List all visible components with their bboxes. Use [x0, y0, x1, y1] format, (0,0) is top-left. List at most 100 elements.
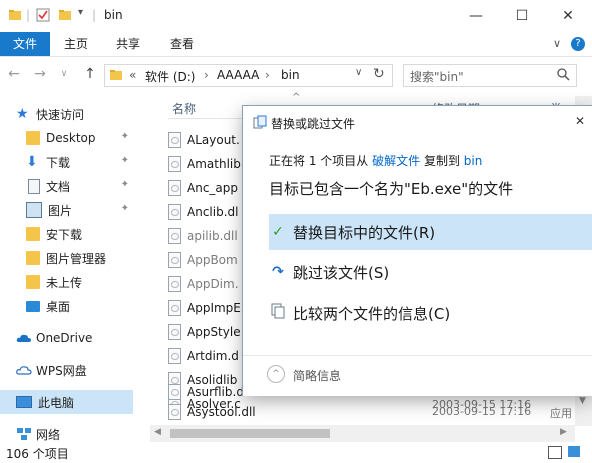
dll-file-icon	[168, 404, 181, 420]
sidebar-item-anxiazai[interactable]: 安下载	[0, 222, 133, 246]
ribbon-expand-icon[interactable]: ∨	[553, 37, 561, 50]
separator: |	[26, 8, 31, 22]
list-item[interactable]: AppDim.	[168, 272, 239, 296]
breadcrumb-drive[interactable]: 软件 (D:)	[145, 68, 195, 85]
desktop-icon	[26, 300, 40, 312]
maximize-button[interactable]: ☐	[499, 0, 545, 32]
breadcrumb-overflow[interactable]: «	[129, 68, 136, 82]
list-item[interactable]: Anc_app	[168, 176, 238, 200]
list-item[interactable]: ALayout.	[168, 128, 240, 152]
chevron-down-icon[interactable]: ∨	[355, 67, 362, 78]
window-title: bin	[104, 8, 123, 22]
divider	[0, 56, 592, 57]
sidebar-item-downloads[interactable]: ⬇ 下载 ✦	[0, 150, 133, 174]
list-item[interactable]: Anclib.dl	[168, 200, 238, 224]
folder-icon	[8, 8, 22, 22]
tab-view[interactable]: 查看	[170, 32, 194, 56]
dll-file-icon	[168, 180, 181, 196]
sidebar-item-label: 快速访问	[36, 107, 85, 122]
sidebar-item-label: 未上传	[46, 275, 83, 290]
list-item[interactable]: apilib.dll	[168, 224, 238, 248]
tab-home[interactable]: 主页	[64, 32, 88, 56]
dll-file-icon	[168, 132, 181, 148]
sidebar-item-desktop-cn[interactable]: 桌面	[0, 294, 133, 318]
skip-button[interactable]: ↷ 跳过该文件(S)	[269, 254, 592, 290]
minimize-button[interactable]: —	[453, 0, 499, 32]
replace-button[interactable]: ✓ 替换目标中的文件(R)	[269, 214, 592, 250]
compare-button[interactable]: 比较两个文件的信息(C)	[269, 295, 592, 331]
close-button[interactable]: ✕	[545, 0, 591, 32]
sidebar-item-label: 安下载	[46, 227, 83, 242]
scroll-thumb[interactable]	[170, 429, 330, 438]
navigation-pane: ★ 快速访问 Desktop ✦ ⬇ 下载 ✦ 文档 ✦ 图片 ✦ 安下载 图片…	[0, 96, 133, 442]
ribbon-tabs: 文件 主页 共享 查看 ∨ ?	[0, 32, 592, 56]
details-toggle[interactable]: 简略信息	[293, 367, 341, 384]
list-item[interactable]: AppStyle	[168, 320, 241, 344]
scroll-right-icon[interactable]: ▶	[560, 427, 567, 437]
source-link[interactable]: 破解文件	[372, 154, 420, 168]
up-arrow-icon[interactable]: ↑	[80, 64, 100, 84]
separator: |	[92, 8, 97, 22]
sidebar-item-not-uploaded[interactable]: 未上传	[0, 270, 133, 294]
list-item[interactable]: Amathlib	[168, 152, 241, 176]
list-item[interactable]: AppImpE	[168, 296, 241, 320]
chevron-up-icon[interactable]: ^	[267, 365, 285, 383]
column-header-name[interactable]: 名称	[172, 100, 196, 117]
tab-share[interactable]: 共享	[116, 32, 140, 56]
search-input[interactable]: 搜索"bin"	[403, 64, 577, 87]
sort-up-icon: ^	[292, 92, 301, 103]
list-item[interactable]: AppBom	[168, 248, 238, 272]
pin-icon[interactable]: ✦	[121, 179, 129, 190]
pin-icon[interactable]: ✦	[121, 203, 129, 214]
dialog-footer: ^ 简略信息	[243, 355, 592, 396]
sidebar-item-quick-access[interactable]: ★ 快速访问	[0, 102, 133, 126]
sidebar-item-this-pc[interactable]: 此电脑	[0, 390, 133, 414]
chevron-right-icon[interactable]: ›	[265, 68, 270, 82]
list-item[interactable]: Asystool.dll	[168, 400, 256, 424]
new-folder-icon[interactable]	[58, 8, 72, 22]
sidebar-item-pictures[interactable]: 图片 ✦	[0, 198, 133, 222]
tab-file[interactable]: 文件	[0, 32, 50, 56]
sidebar-item-label: OneDrive	[36, 331, 93, 345]
properties-icon[interactable]	[36, 8, 50, 22]
folder-icon	[26, 275, 40, 289]
folder-icon	[26, 131, 40, 145]
folder-icon	[26, 251, 40, 265]
breadcrumb-current[interactable]: bin	[281, 68, 300, 82]
search-placeholder: 搜索"bin"	[410, 70, 464, 84]
scroll-left-icon[interactable]: ◀	[154, 427, 161, 437]
breadcrumb-folder[interactable]: AAAAA	[217, 68, 259, 82]
address-bar[interactable]: « 软件 (D:) › AAAAA › bin ∨ ↻	[104, 64, 393, 87]
dialog-heading: 目标已包含一个名为"Eb.exe"的文件	[269, 180, 514, 198]
sidebar-item-desktop[interactable]: Desktop ✦	[0, 126, 133, 150]
sidebar-item-label: 图片	[48, 203, 73, 218]
sidebar-item-label: 文档	[46, 179, 71, 194]
horizontal-scrollbar[interactable]: ◀ ▶	[150, 425, 575, 442]
back-arrow-icon[interactable]: ←	[4, 64, 24, 84]
folder-icon	[26, 227, 40, 241]
refresh-icon[interactable]: ↻	[373, 66, 385, 82]
checkmark-icon: ✓	[272, 224, 284, 240]
target-link[interactable]: bin	[464, 154, 483, 168]
sidebar-item-wps[interactable]: WPS网盘	[0, 358, 133, 382]
pin-icon[interactable]: ✦	[121, 155, 129, 166]
details-view-icon[interactable]	[548, 446, 562, 459]
scroll-down-icon[interactable]: ▼	[579, 396, 586, 406]
sidebar-item-image-manager[interactable]: 图片管理器	[0, 246, 133, 270]
recent-dropdown-icon[interactable]: ∨	[54, 64, 74, 84]
tiles-view-icon[interactable]	[568, 446, 580, 457]
dll-file-icon	[168, 228, 181, 244]
sidebar-item-documents[interactable]: 文档 ✦	[0, 174, 133, 198]
forward-arrow-icon[interactable]: →	[30, 64, 50, 84]
dll-file-icon	[168, 324, 181, 340]
close-icon[interactable]: ✕	[575, 114, 585, 128]
copy-description: 正在将 1 个项目从 破解文件 复制到 bin	[269, 154, 483, 168]
dialog-title: 替换或跳过文件	[271, 117, 356, 131]
qat-dropdown-icon[interactable]: ▾	[78, 7, 83, 18]
sidebar-item-onedrive[interactable]: OneDrive	[0, 326, 133, 350]
dll-file-icon	[168, 252, 181, 268]
pin-icon[interactable]: ✦	[121, 131, 129, 142]
list-item[interactable]: Artdim.d	[168, 344, 239, 368]
chevron-right-icon[interactable]: ›	[204, 68, 209, 82]
help-icon[interactable]: ?	[571, 37, 585, 51]
